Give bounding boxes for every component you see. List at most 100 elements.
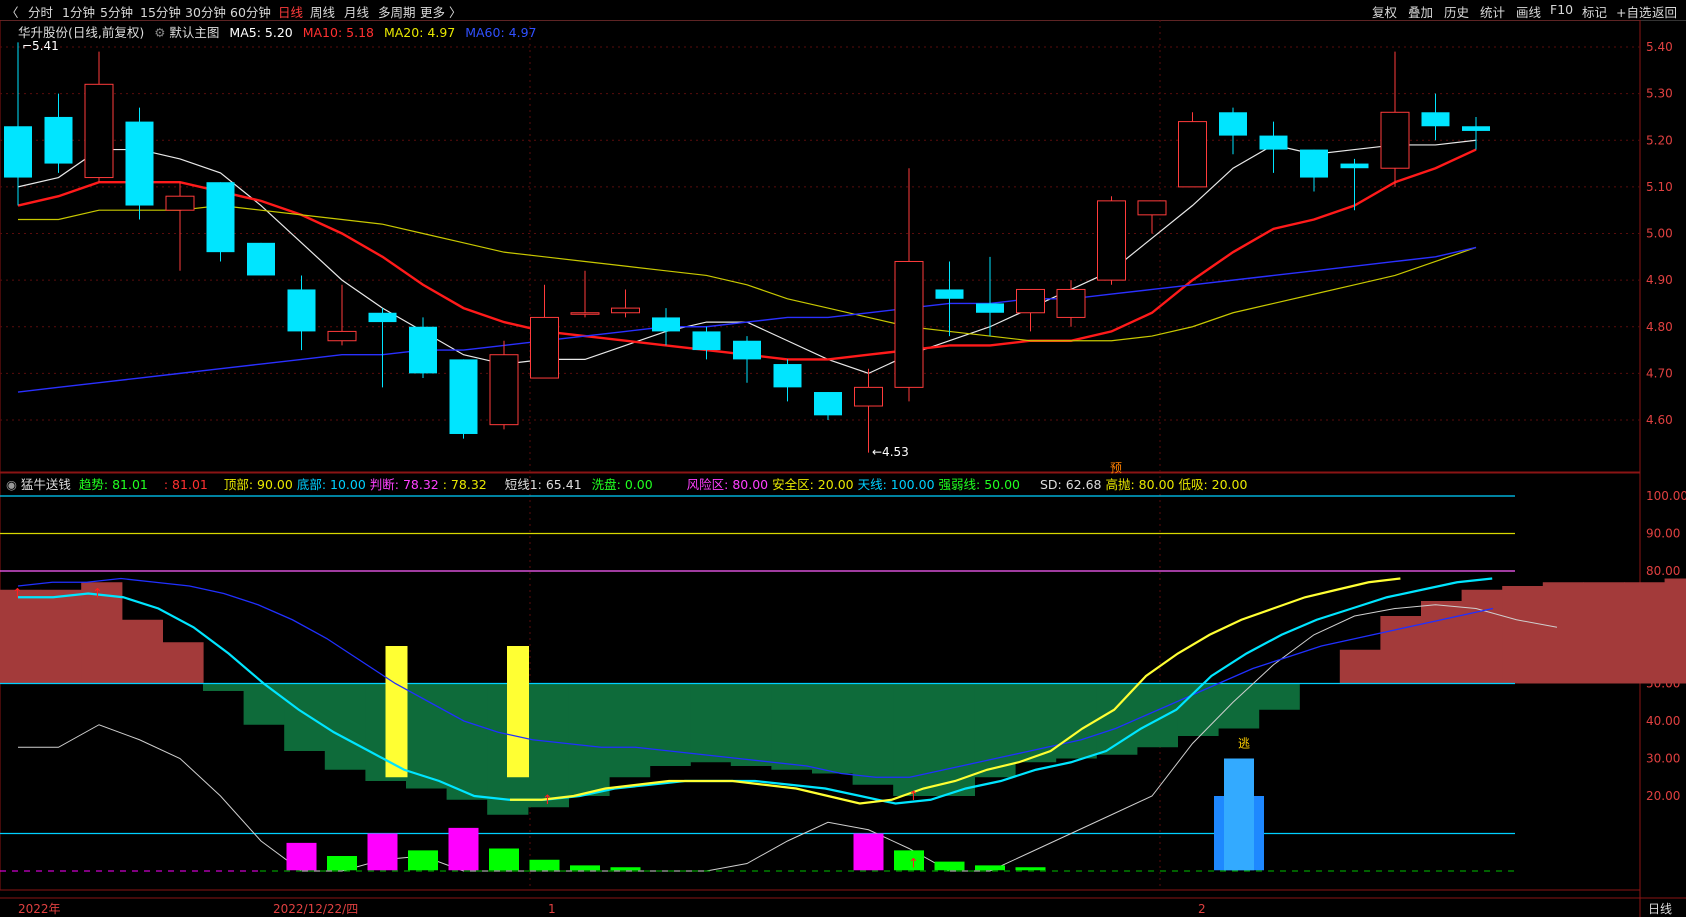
- volume-bar: [570, 865, 600, 871]
- collapse-icon[interactable]: ◉: [6, 477, 17, 492]
- signal-arrow-icon: ↑: [542, 793, 553, 808]
- tab-3[interactable]: 15分钟: [140, 2, 181, 21]
- tab-5[interactable]: 60分钟: [230, 2, 271, 21]
- tab-2[interactable]: 5分钟: [100, 2, 133, 21]
- volume-bar: [448, 827, 479, 871]
- candle-body-up: [570, 312, 600, 315]
- escape-marker: 逃: [1238, 736, 1250, 750]
- tool-tab-8[interactable]: 返回: [1652, 2, 1677, 21]
- kline-chart[interactable]: 4.60 4.70 4.80 4.90 5.00 5.10 5.20 5.30 5.40 ⌐5.4…: [0, 20, 1686, 917]
- tab-4[interactable]: 30分钟: [185, 2, 226, 21]
- period-toolbar: 分时 1分钟 5分钟 15分钟 30分钟 60分钟 日线 周线 月线 多周期 更多 〉 〈 复权 叠加历…: [0, 0, 1686, 21]
- period-label: 日线: [1648, 902, 1672, 916]
- candle-body-down: [409, 326, 437, 374]
- volume-bar: [327, 856, 357, 871]
- candle-body-down: [652, 317, 680, 332]
- candle-body-up: [1016, 288, 1045, 314]
- tool-tab-0[interactable]: 复权: [1372, 2, 1397, 21]
- indicator-tick-label: 90.00: [1646, 527, 1680, 541]
- tool-tab-6[interactable]: 标记: [1582, 2, 1607, 21]
- safe-zone-bar: [933, 683, 975, 796]
- tab-7[interactable]: 周线: [310, 2, 335, 21]
- risk-zone-bar: [1502, 586, 1544, 684]
- candle-body-up: [489, 354, 519, 426]
- tab-9[interactable]: 多周期: [378, 2, 416, 21]
- safe-zone-bar: [852, 683, 894, 785]
- candle-body-down: [1340, 163, 1369, 169]
- risk-zone-bar: [1664, 578, 1686, 684]
- candle-body-down: [976, 303, 1004, 313]
- candle-body-down: [1219, 112, 1247, 136]
- price-tick-label: 4.90: [1646, 273, 1673, 287]
- high-label: 高抛: 80.00: [1105, 477, 1175, 492]
- strongweak-label: 强弱线: 50.00: [938, 477, 1020, 492]
- ma20-label: MA20: 4.97: [383, 25, 456, 40]
- sky-label: 天线: 100.00: [857, 477, 935, 492]
- safe-zone-bar: [527, 683, 569, 808]
- candle-body-down: [935, 289, 964, 299]
- escape-bar-tall: [1224, 758, 1254, 871]
- volume-bar: [853, 833, 884, 871]
- trend2-label: : 81.01: [163, 477, 208, 492]
- indicator-tick-label: 100.00: [1646, 489, 1686, 503]
- sd-label: SD: 62.68: [1039, 477, 1102, 492]
- tab-10[interactable]: 更多 〉: [420, 2, 461, 21]
- candle-body-down: [773, 364, 802, 388]
- safe-zone-bar: [609, 683, 651, 778]
- candle-body-down: [247, 242, 275, 276]
- risk-zone-bar: [1421, 601, 1463, 684]
- safe-zone-bar: [974, 683, 1016, 778]
- tab-6[interactable]: 日线: [278, 2, 303, 21]
- tab-8[interactable]: 月线: [344, 2, 369, 21]
- signal-arrow-icon: ↑: [92, 587, 103, 602]
- candle-body-up: [327, 330, 357, 342]
- volume-bar: [286, 842, 317, 871]
- safe-zone-bar: [243, 683, 285, 725]
- safe-label: 安全区: 20.00: [772, 477, 854, 492]
- tool-tab-3[interactable]: 统计: [1480, 2, 1505, 21]
- tool-tab-4[interactable]: 画线: [1516, 2, 1541, 21]
- safe-zone-bar: [1055, 683, 1097, 759]
- candle-body-down: [814, 392, 842, 416]
- tool-tab-5[interactable]: F10: [1550, 2, 1573, 17]
- tool-tab-7[interactable]: +自选: [1616, 2, 1651, 21]
- candle-body-up: [1137, 200, 1167, 216]
- candle-body-down: [4, 126, 32, 178]
- safe-zone-bar: [730, 683, 772, 766]
- indicator-name[interactable]: 猛牛送钱: [21, 477, 71, 492]
- candle-body-down: [733, 340, 761, 360]
- ma60-label: MA60: 4.97: [465, 25, 537, 40]
- price-tick-label: 5.00: [1646, 227, 1673, 241]
- safe-zone-bar: [1177, 683, 1219, 736]
- tool-tab-1[interactable]: 叠加: [1408, 2, 1433, 21]
- risk-zone-bar: [40, 589, 82, 684]
- back-chevron-icon[interactable]: 〈: [6, 2, 19, 21]
- risk-zone-bar: [1339, 649, 1381, 684]
- candle-body-down: [287, 289, 316, 332]
- safe-zone-bar: [284, 683, 326, 751]
- tab-1[interactable]: 1分钟: [62, 2, 95, 21]
- safe-zone-bar: [812, 683, 854, 774]
- settings-icon[interactable]: ⚙: [154, 25, 165, 40]
- risk-zone-bar: [0, 589, 42, 684]
- tool-tab-2[interactable]: 历史: [1444, 2, 1469, 21]
- candle-body-up: [1056, 288, 1086, 318]
- tab-0[interactable]: 分时: [28, 2, 53, 21]
- date-axis-label: 2022/12/22/四: [273, 902, 358, 916]
- indicator-tick-label: 40.00: [1646, 714, 1680, 728]
- candle-body-up: [1380, 111, 1410, 169]
- low-label: 低吸: 20.00: [1178, 477, 1248, 492]
- candle-body-up: [1097, 200, 1126, 281]
- candle-body-down: [1421, 112, 1450, 127]
- date-axis-label: 1: [548, 902, 556, 916]
- candle-body-down: [368, 312, 397, 323]
- risk-zone-bar: [121, 619, 163, 684]
- candle-body-down: [1259, 135, 1288, 150]
- volume-bar: [529, 859, 560, 871]
- risk-zone-bar: [162, 642, 204, 684]
- judge2-label: : 78.32: [442, 477, 487, 492]
- volume-bar: [367, 833, 398, 871]
- candle-body-down: [1462, 126, 1490, 131]
- chart-label[interactable]: 默认主图: [169, 25, 219, 40]
- candle-body-up: [1178, 121, 1207, 188]
